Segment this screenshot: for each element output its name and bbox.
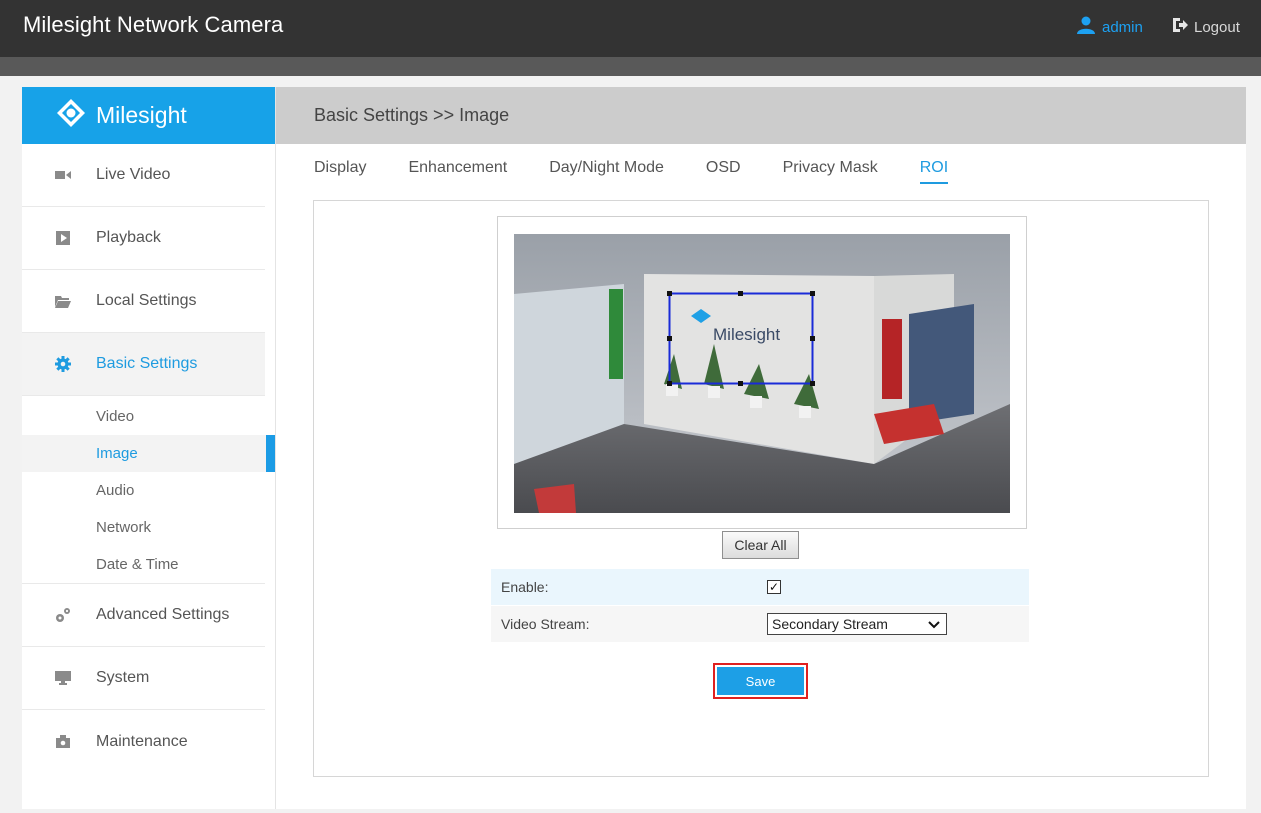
video-stream-select[interactable]: Secondary Stream bbox=[767, 613, 947, 635]
enable-row: Enable: ✓ bbox=[491, 569, 1029, 605]
sidebar-subitem-network[interactable]: Network bbox=[22, 509, 265, 546]
tab-roi[interactable]: ROI bbox=[919, 159, 949, 184]
save-highlight: Save bbox=[713, 663, 808, 699]
logout-button[interactable]: Logout bbox=[1171, 16, 1240, 39]
camera-preview[interactable]: Milesight bbox=[514, 234, 1010, 513]
logout-icon bbox=[1171, 16, 1189, 39]
sidebar-item-live-video[interactable]: Live Video bbox=[22, 144, 265, 207]
tab-display[interactable]: Display bbox=[314, 159, 366, 184]
logout-label[interactable]: Logout bbox=[1194, 19, 1240, 36]
sidebar-item-label: Local Settings bbox=[96, 292, 197, 309]
user-icon bbox=[1076, 16, 1096, 39]
sidebar-subitem-audio[interactable]: Audio bbox=[22, 472, 265, 509]
clear-all-button[interactable]: Clear All bbox=[722, 531, 799, 559]
sidebar-item-label: Advanced Settings bbox=[96, 606, 230, 623]
sidebar-item-system[interactable]: System bbox=[22, 647, 265, 710]
video-preview-frame: Milesight bbox=[497, 216, 1027, 529]
video-stream-value: Secondary Stream bbox=[772, 616, 888, 632]
breadcrumb: Basic Settings >> Image bbox=[276, 87, 1246, 144]
tab-bar: Display Enhancement Day/Night Mode OSD P… bbox=[314, 159, 990, 184]
save-button[interactable]: Save bbox=[717, 667, 804, 695]
tab-enhancement[interactable]: Enhancement bbox=[408, 159, 507, 184]
sidebar-item-advanced-settings[interactable]: Advanced Settings bbox=[22, 584, 265, 647]
play-icon bbox=[55, 230, 71, 246]
basic-settings-submenu: Video Image Audio Network Date & Time bbox=[22, 396, 275, 584]
sidebar-item-local-settings[interactable]: Local Settings bbox=[22, 270, 265, 333]
folder-icon bbox=[55, 293, 71, 309]
header-band bbox=[0, 57, 1261, 76]
main-content: Basic Settings >> Image Display Enhancem… bbox=[276, 87, 1246, 809]
milesight-logo-icon bbox=[56, 98, 86, 133]
sidebar-item-maintenance[interactable]: Maintenance bbox=[22, 710, 265, 773]
sidebar-item-basic-settings[interactable]: Basic Settings bbox=[22, 333, 265, 396]
sidebar: Milesight Live Video Playback Local Sett… bbox=[22, 87, 276, 809]
sidebar-item-playback[interactable]: Playback bbox=[22, 207, 265, 270]
chevron-down-icon bbox=[928, 616, 940, 632]
sidebar-subitem-video[interactable]: Video bbox=[22, 398, 265, 435]
wall-logo-text: Milesight bbox=[713, 325, 780, 344]
user-name[interactable]: admin bbox=[1102, 19, 1143, 36]
app-title: Milesight Network Camera bbox=[23, 12, 284, 37]
video-stream-label: Video Stream: bbox=[501, 616, 590, 632]
video-camera-icon bbox=[55, 167, 71, 183]
sidebar-item-label: System bbox=[96, 669, 150, 686]
sidebar-item-label: Maintenance bbox=[96, 732, 188, 750]
sidebar-subitem-date-time[interactable]: Date & Time bbox=[22, 546, 265, 583]
sidebar-item-label: Playback bbox=[96, 229, 161, 246]
video-stream-row: Video Stream: Secondary Stream bbox=[491, 606, 1029, 642]
tab-day-night-mode[interactable]: Day/Night Mode bbox=[549, 159, 664, 184]
gears-icon bbox=[55, 607, 71, 623]
top-bar: Milesight Network Camera admin Logout bbox=[0, 0, 1261, 57]
tab-privacy-mask[interactable]: Privacy Mask bbox=[783, 159, 878, 184]
logo-text: Milesight bbox=[96, 102, 187, 128]
sidebar-item-label: Basic Settings bbox=[96, 355, 198, 372]
enable-label: Enable: bbox=[501, 579, 549, 595]
user-menu[interactable]: admin bbox=[1076, 16, 1143, 39]
sidebar-subitem-image[interactable]: Image bbox=[22, 435, 275, 472]
brand-logo: Milesight bbox=[22, 87, 275, 144]
sidebar-item-label: Live Video bbox=[96, 166, 171, 183]
gear-icon bbox=[55, 356, 71, 372]
tab-osd[interactable]: OSD bbox=[706, 159, 741, 184]
monitor-icon bbox=[55, 670, 71, 686]
toolbox-icon bbox=[55, 734, 71, 750]
roi-panel: Milesight Clear All Enable: ✓ Video Stre… bbox=[313, 200, 1209, 777]
enable-checkbox[interactable]: ✓ bbox=[767, 580, 781, 594]
